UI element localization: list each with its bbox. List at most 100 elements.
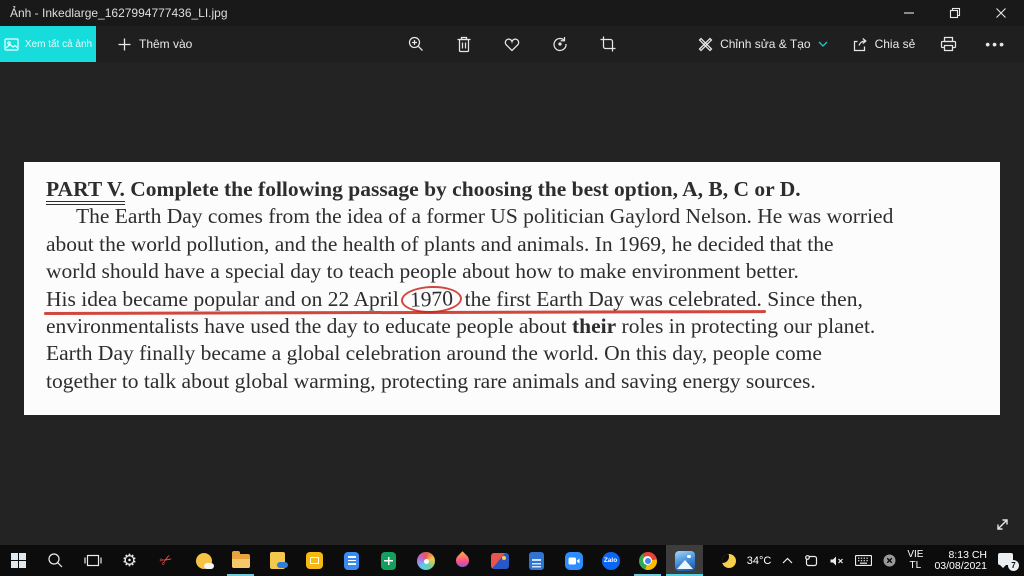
- see-more-button[interactable]: •••: [977, 36, 1014, 52]
- video-camera-icon: [564, 551, 583, 570]
- photo-document: PART V. Complete the following passage b…: [24, 162, 1000, 415]
- gallery-image-icon: [490, 552, 509, 569]
- paint-drop-app-button[interactable]: [444, 545, 481, 576]
- passage-heading: PART V. Complete the following passage b…: [46, 176, 982, 205]
- task-view-icon: [83, 554, 102, 567]
- edit-create-label: Chỉnh sửa & Tạo: [720, 37, 811, 51]
- document-cloud-icon: [270, 552, 288, 569]
- temperature-label: 34°C: [746, 554, 772, 567]
- weather-sun-icon: [195, 552, 214, 569]
- edit-create-icon: [698, 37, 713, 51]
- trash-icon: [457, 36, 471, 53]
- windows-logo-icon: [10, 552, 27, 569]
- edit-create-button[interactable]: Chỉnh sửa & Tạo: [694, 26, 832, 62]
- sheets-icon: [381, 551, 396, 570]
- minimize-button[interactable]: [886, 0, 932, 26]
- weather-app-button[interactable]: [185, 545, 222, 576]
- language-indicator[interactable]: VIE TL: [907, 549, 924, 571]
- restore-button[interactable]: [932, 0, 978, 26]
- share-button[interactable]: Chia sẻ: [848, 26, 920, 62]
- settings-button[interactable]: ⚙: [111, 545, 148, 576]
- paint-app-button[interactable]: [407, 545, 444, 576]
- zoom-button[interactable]: [403, 31, 429, 57]
- zoom-in-icon: [408, 36, 423, 51]
- passage-line-annotated: His idea became popular and on 22 April …: [46, 284, 982, 314]
- time-label: 8:13 CH: [948, 548, 987, 561]
- file-explorer-button[interactable]: [222, 545, 259, 576]
- taskbar-search-button[interactable]: [37, 545, 74, 576]
- chevron-down-icon: [818, 41, 828, 47]
- close-icon: [996, 8, 1006, 18]
- photo-icon: [4, 37, 19, 51]
- zoom-app-button[interactable]: [555, 545, 592, 576]
- slides-icon: [306, 552, 323, 569]
- tablet-mode-button[interactable]: [804, 554, 818, 567]
- passage-text: environmentalists have used the day to e…: [46, 314, 572, 339]
- night-mode-indicator[interactable]: [721, 553, 736, 568]
- favorite-button[interactable]: [499, 31, 525, 57]
- date-label: 03/08/2021: [934, 559, 987, 572]
- heading-part-label: PART V.: [46, 177, 125, 205]
- clock[interactable]: 8:13 CH 03/08/2021: [934, 548, 987, 572]
- passage-text: the first Earth Day was celebrated.: [459, 286, 762, 311]
- moon-icon: [721, 553, 736, 568]
- crop-icon: [600, 36, 616, 52]
- print-button[interactable]: [935, 31, 961, 57]
- close-button[interactable]: [978, 0, 1024, 26]
- minimize-icon: [904, 12, 914, 14]
- volume-muted-icon: [830, 556, 844, 565]
- delete-button[interactable]: [451, 31, 477, 57]
- add-to-button[interactable]: Thêm vào: [110, 26, 200, 62]
- calculator-icon: [529, 551, 544, 570]
- print-icon: [940, 36, 956, 52]
- network-offline-icon: [883, 554, 896, 567]
- volume-button[interactable]: [829, 555, 844, 567]
- zalo-app-button[interactable]: Zalo: [592, 545, 629, 576]
- system-tray: 34°C VIE TL 8:13 CH 03/08/2021 7: [721, 548, 1024, 572]
- passage-line: environmentalists have used the day to e…: [46, 313, 982, 340]
- view-all-photos-label: Xem tất cả ảnh: [24, 38, 93, 50]
- tablet-icon: [805, 555, 818, 567]
- photos-app-icon: [674, 550, 695, 571]
- notification-badge: 7: [1008, 559, 1019, 571]
- language-line1: VIE: [907, 549, 924, 560]
- add-to-label: Thêm vào: [139, 37, 193, 51]
- red-underlined-text: His idea became popular and on 22 April …: [46, 284, 762, 314]
- passage-line: about the world pollution, and the healt…: [46, 231, 834, 256]
- tray-overflow-button[interactable]: [782, 557, 793, 564]
- title-bar: Ảnh - Inkedlarge_1627994777436_LI.jpg: [0, 0, 1024, 26]
- expand-button[interactable]: [990, 512, 1014, 536]
- toolbar-right-group: Chỉnh sửa & Tạo Chia sẻ •••: [694, 26, 1024, 62]
- color-drop-icon: [453, 551, 472, 570]
- snipping-tool-button[interactable]: ✂: [148, 545, 185, 576]
- chrome-button[interactable]: [629, 545, 666, 576]
- temperature-indicator[interactable]: 34°C: [747, 555, 772, 567]
- calculator-button[interactable]: [518, 545, 555, 576]
- view-all-photos-button[interactable]: Xem tất cả ảnh: [0, 26, 96, 62]
- google-slides-button[interactable]: [296, 545, 333, 576]
- photos-toolbar: Xem tất cả ảnh Thêm vào Chỉnh sửa & Tạo …: [0, 26, 1024, 62]
- network-status-button[interactable]: [883, 554, 896, 567]
- heading-rest-label: Complete the following passage by choosi…: [124, 177, 801, 201]
- start-button[interactable]: [0, 545, 37, 576]
- toolbar-center-icons: [403, 31, 621, 57]
- google-docs-button[interactable]: [333, 545, 370, 576]
- notification-center-button[interactable]: 7: [998, 552, 1019, 571]
- task-view-button[interactable]: [74, 545, 111, 576]
- gallery-app-button[interactable]: [481, 545, 518, 576]
- google-sheets-button[interactable]: [370, 545, 407, 576]
- touch-keyboard-button[interactable]: [855, 555, 873, 566]
- passage-text: roles in protecting our planet.: [616, 314, 876, 339]
- gear-icon: ⚙: [121, 551, 138, 570]
- heart-icon: [504, 38, 520, 51]
- passage-text: His idea became popular and on 22 April: [46, 286, 405, 311]
- photos-app-button[interactable]: [666, 545, 703, 576]
- crop-button[interactable]: [595, 31, 621, 57]
- expand-icon: [996, 518, 1008, 530]
- language-line2: TL: [909, 559, 922, 571]
- chrome-icon: [638, 551, 657, 570]
- passage-line: together to talk about global warming, p…: [46, 368, 816, 393]
- onedrive-folder-button[interactable]: [259, 545, 296, 576]
- search-icon: [48, 553, 63, 568]
- rotate-button[interactable]: [547, 31, 573, 57]
